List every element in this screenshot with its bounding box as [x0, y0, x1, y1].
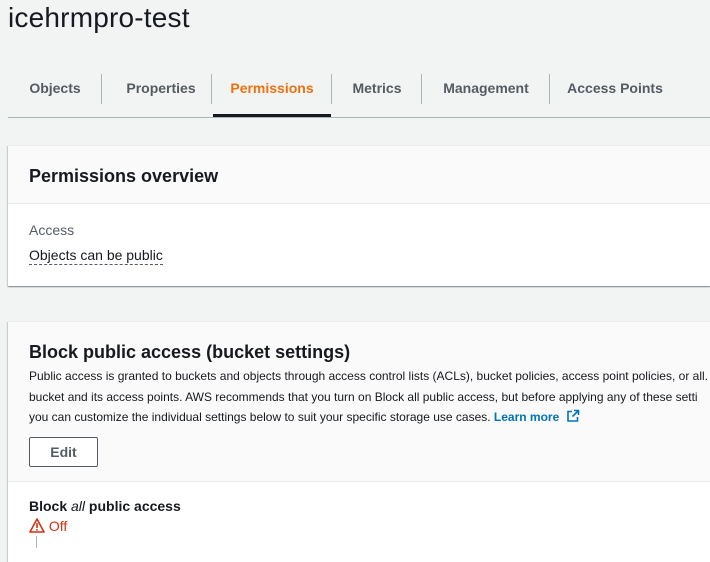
tab-objects[interactable]: Objects — [18, 60, 92, 117]
block-public-access-panel: Block public access (bucket settings) Pu… — [8, 321, 710, 562]
tab-management[interactable]: Management — [428, 60, 544, 117]
permissions-overview-header: Permissions overview — [8, 146, 710, 204]
tab-divider — [549, 74, 550, 104]
page-title: icehrmpro-test — [8, 2, 190, 33]
block-all-public-access-label: Block all public access — [29, 498, 181, 514]
tab-access-points[interactable]: Access Points — [556, 60, 674, 117]
tab-properties[interactable]: Properties — [111, 60, 211, 117]
description-line: Public access is granted to buckets and … — [29, 369, 708, 383]
access-value[interactable]: Objects can be public — [29, 247, 163, 265]
description-line: bucket and its access points. AWS recomm… — [29, 389, 698, 404]
edit-button-wrap: Edit — [29, 437, 98, 467]
block-public-access-title: Block public access (bucket settings) — [29, 342, 351, 362]
tab-bar: Objects Properties Permissions Metrics M… — [8, 60, 710, 118]
block-public-access-header: Block public access (bucket settings) Pu… — [8, 322, 710, 482]
learn-more-link[interactable]: Learn more — [494, 410, 559, 424]
tab-metrics[interactable]: Metrics — [338, 60, 416, 117]
block-public-access-description: Public access is granted to buckets and … — [29, 366, 708, 430]
tab-divider — [331, 74, 332, 104]
tab-divider — [211, 74, 212, 104]
permissions-overview-panel: Permissions overview Access Objects can … — [8, 145, 710, 286]
emphasis-all: all — [71, 498, 86, 514]
edit-button[interactable]: Edit — [29, 437, 98, 467]
status-text: Off — [48, 518, 68, 534]
permissions-overview-title: Permissions overview — [29, 166, 219, 186]
warning-icon — [29, 518, 45, 536]
tab-divider — [421, 74, 422, 104]
tab-divider — [101, 74, 102, 104]
access-label: Access — [29, 222, 75, 238]
tree-connector — [36, 536, 37, 548]
tab-permissions[interactable]: Permissions — [213, 60, 331, 117]
description-line: you can customize the individual setting… — [29, 407, 708, 430]
external-link-icon[interactable] — [566, 409, 580, 430]
description-text: you can customize the individual setting… — [29, 410, 491, 424]
status-off: Off — [29, 518, 67, 536]
